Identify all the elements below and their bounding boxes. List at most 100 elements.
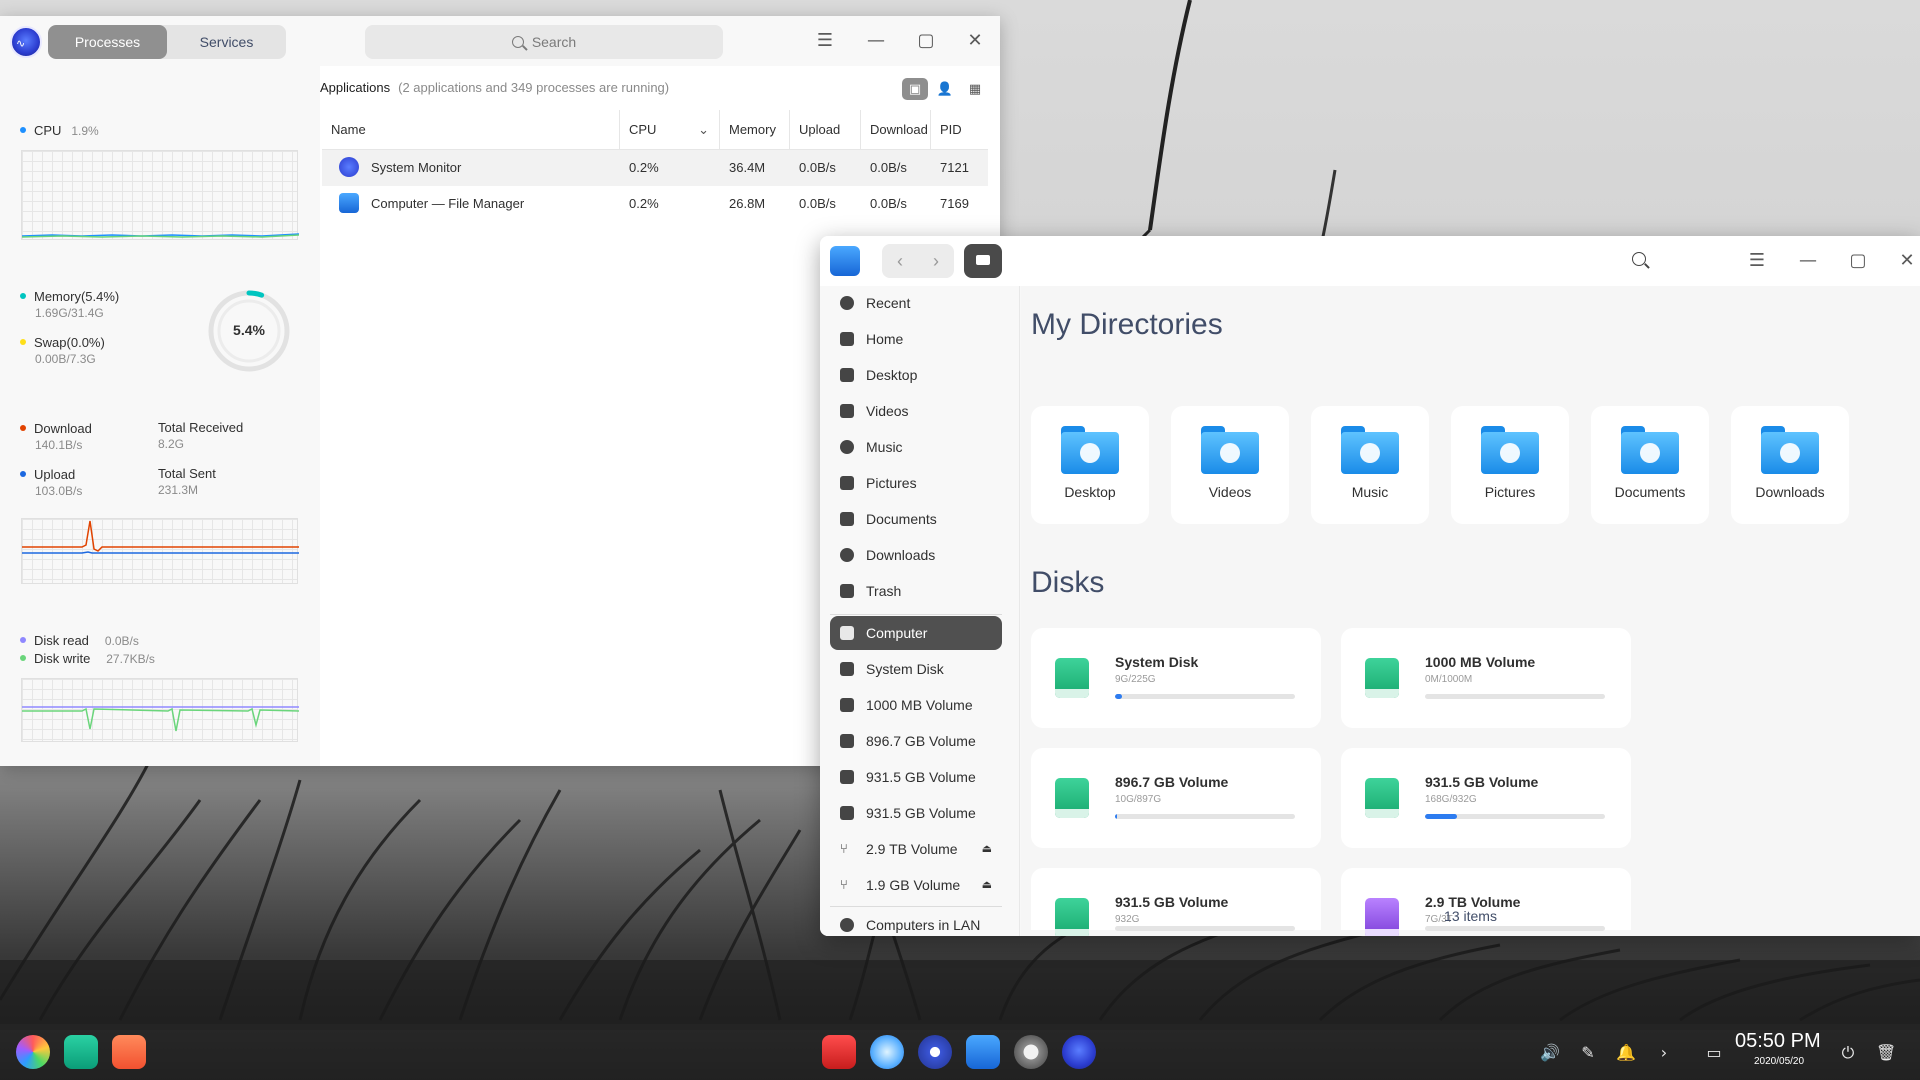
total-sent-summary: Total Sent 231.3M [158,466,216,497]
music-folder-icon [1341,426,1399,474]
launcher-icon[interactable] [16,1035,50,1069]
sidebar-item-computers-in-lan[interactable]: Computers in LAN [830,908,1002,936]
directory-documents[interactable]: Documents [1591,406,1709,524]
minimize-icon[interactable]: — [863,28,889,54]
minimize-icon[interactable]: — [1795,248,1821,274]
all-processes-view-icon[interactable]: ▦ [962,78,988,100]
disk-card-1000mb[interactable]: 1000 MB Volume 0M/1000M [1341,628,1631,728]
sidebar-item-931gb-volume[interactable]: 931.5 GB Volume [830,760,1002,794]
tab-processes[interactable]: Processes [48,25,167,59]
app-view-icon[interactable]: ▣ [902,78,928,100]
directory-downloads[interactable]: Downloads [1731,406,1849,524]
disk-chart [21,678,300,742]
file-manager-logo-icon [830,246,860,276]
sidebar-item-1000mb-volume[interactable]: 1000 MB Volume [830,688,1002,722]
sidebar-item-label: Downloads [866,547,936,563]
maximize-icon[interactable]: ▢ [1845,248,1871,274]
directory-pictures[interactable]: Pictures [1451,406,1569,524]
cpu-summary: CPU 1.9% [20,122,99,138]
cpu-label: CPU [34,123,62,138]
sidebar-divider [830,906,1002,907]
volume-icon[interactable]: 🔊 [1540,1043,1560,1063]
disk-drive-icon [1365,778,1399,818]
sidebar-item-computer[interactable]: Computer [830,616,1002,650]
search-icon[interactable] [1632,252,1646,266]
disk-read-label: Disk read [34,633,89,648]
disk-usage-bar [1115,926,1295,931]
clock-time[interactable]: 05:50 PM [1735,1030,1821,1053]
sidebar-item-music[interactable]: Music [830,430,1002,464]
notification-bell-icon[interactable]: 🔔 [1616,1043,1636,1063]
disk-card-896gb[interactable]: 896.7 GB Volume 10G/897G [1031,748,1321,848]
table-row[interactable]: Computer — File Manager 0.2% 26.8M 0.0B/… [322,186,988,222]
clock-date[interactable]: 2020/05/20 [1754,1056,1804,1067]
sidebar-item-recent[interactable]: Recent [830,286,1002,320]
total-sent-label: Total Sent [158,466,216,481]
trash-icon[interactable]: 🗑 [1876,1043,1896,1063]
disk-usage-text: 168G/932G [1425,794,1477,805]
sidebar-item-downloads[interactable]: Downloads [830,538,1002,572]
terminal-icon[interactable] [822,1035,856,1069]
column-name[interactable]: Name [322,110,620,149]
maximize-icon[interactable]: ▢ [913,28,939,54]
chevron-right-icon[interactable]: › [1654,1043,1674,1063]
settings-icon[interactable] [918,1035,952,1069]
sidebar-item-system-disk[interactable]: System Disk [830,652,1002,686]
sidebar-item-pictures[interactable]: Pictures [830,466,1002,500]
forward-arrow-icon[interactable]: › [918,244,954,278]
sidebar-item-896gb-volume[interactable]: 896.7 GB Volume [830,724,1002,758]
table-row[interactable]: System Monitor 0.2% 36.4M 0.0B/s 0.0B/s … [322,150,988,186]
tab-services[interactable]: Services [167,25,286,59]
system-monitor-icon[interactable] [1062,1035,1096,1069]
directory-music[interactable]: Music [1311,406,1429,524]
menu-icon[interactable]: ☰ [812,28,838,54]
sidebar-item-931gb-volume-2[interactable]: 931.5 GB Volume [830,796,1002,830]
close-icon[interactable]: ✕ [962,28,988,54]
screenshot-icon[interactable] [1014,1035,1048,1069]
directory-desktop[interactable]: Desktop [1031,406,1149,524]
column-memory[interactable]: Memory [720,110,790,149]
process-pid: 7169 [940,196,969,211]
sidebar-item-home[interactable]: Home [830,322,1002,356]
back-arrow-icon[interactable]: ‹ [882,244,918,278]
eject-icon[interactable]: ⏏ [982,868,992,902]
multitask-view-icon[interactable] [64,1035,98,1069]
sidebar-item-2-9tb-volume[interactable]: ⑂ 2.9 TB Volume ⏏ [830,832,1002,866]
power-icon[interactable]: ⏻ [1838,1043,1858,1063]
applications-count: (2 applications and 349 processes are ru… [398,80,670,95]
my-directories-title: My Directories [1031,308,1223,341]
disk-card-system[interactable]: System Disk 9G/225G [1031,628,1321,728]
upload-line [22,551,299,554]
sidebar-item-trash[interactable]: Trash [830,574,1002,608]
cpu-chart [21,150,300,240]
disk-drive-icon [1055,778,1089,818]
sidebar-item-documents[interactable]: Documents [830,502,1002,536]
search-input[interactable]: Search [365,25,723,59]
file-manager-icon[interactable] [966,1035,1000,1069]
column-cpu[interactable]: CPU ⌄ [620,110,720,149]
process-name: Computer — File Manager [371,196,525,211]
computer-view-button[interactable] [964,244,1002,278]
close-icon[interactable]: ✕ [1894,248,1920,274]
sidebar-item-videos[interactable]: Videos [830,394,1002,428]
disk-write-dot [20,655,26,661]
keyboard-icon[interactable]: ▭ [1704,1043,1724,1063]
directory-videos[interactable]: Videos [1171,406,1289,524]
column-pid[interactable]: PID [931,110,988,149]
sidebar-item-desktop[interactable]: Desktop [830,358,1002,392]
browser-icon[interactable] [870,1035,904,1069]
user-view-icon[interactable]: 👤 [932,78,958,100]
disk-usage-bar [1115,814,1295,819]
disk-card-931gb[interactable]: 931.5 GB Volume 168G/932G [1341,748,1631,848]
download-line [22,520,299,552]
menu-icon[interactable]: ☰ [1744,248,1770,274]
disk-read-dot [20,637,26,643]
usb-icon: ⑂ [840,841,848,856]
column-upload[interactable]: Upload [790,110,861,149]
pen-icon[interactable]: ✎ [1578,1043,1598,1063]
network-chart [21,518,299,584]
app-store-icon[interactable] [112,1035,146,1069]
column-download[interactable]: Download [861,110,931,149]
eject-icon[interactable]: ⏏ [982,832,992,866]
sidebar-item-1-9gb-volume[interactable]: ⑂ 1.9 GB Volume ⏏ [830,868,1002,902]
